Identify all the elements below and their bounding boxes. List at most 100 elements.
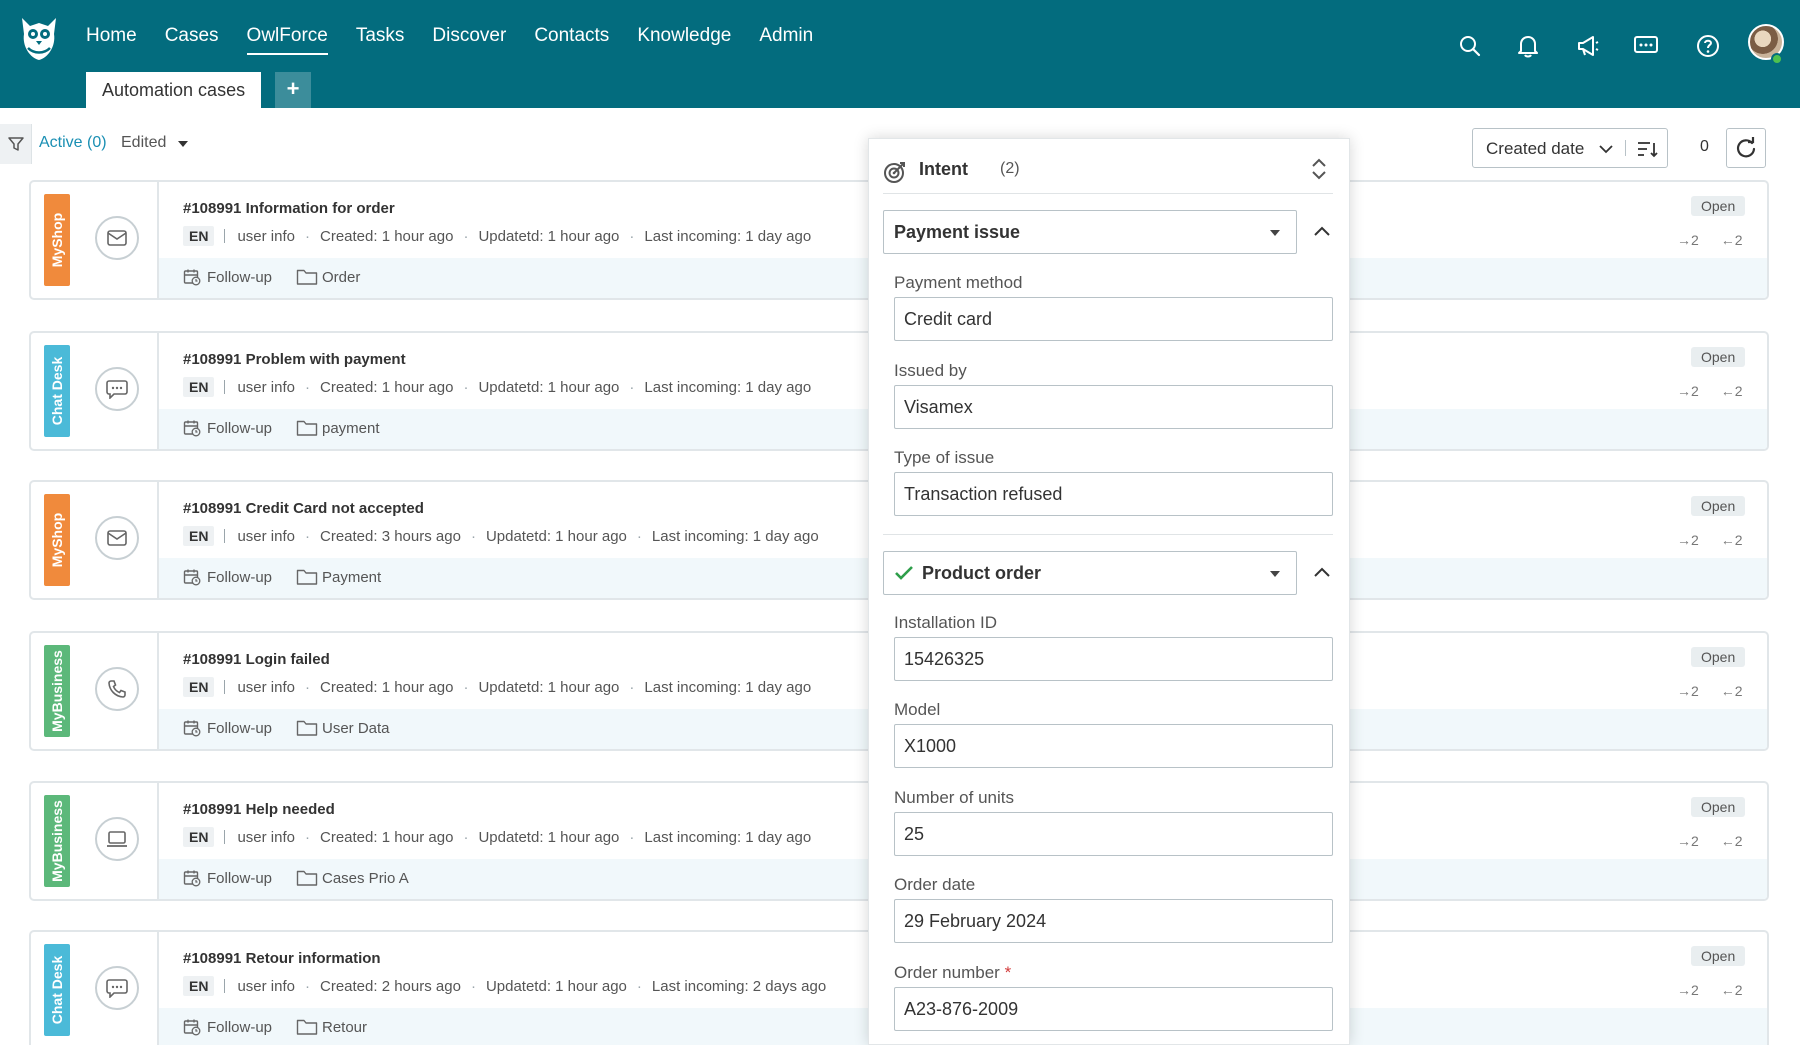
message-counts: →2 ←2 (1677, 532, 1742, 548)
case-title[interactable]: #108991 Retour information (183, 950, 381, 967)
online-status-dot (1771, 53, 1783, 65)
sort-dropdown[interactable]: Created date (1472, 128, 1668, 168)
incoming-arrow-icon: ← (1720, 683, 1735, 699)
status-badge: Open (1691, 347, 1746, 367)
brand-label: MyBusiness (49, 800, 66, 882)
sort-order-icon[interactable] (1636, 139, 1658, 159)
help-icon[interactable] (1692, 30, 1724, 62)
folder[interactable]: Order (296, 268, 360, 286)
chat-icon (95, 367, 139, 411)
separator-dot: · (463, 828, 469, 846)
issued-by-field[interactable]: Visamex (894, 385, 1333, 429)
payment-method-field[interactable]: Credit card (894, 297, 1333, 341)
user-info[interactable]: user info (237, 228, 295, 245)
nav-cases[interactable]: Cases (165, 20, 219, 54)
nav-tasks[interactable]: Tasks (356, 20, 405, 54)
intent-select-payment-issue[interactable]: Payment issue (883, 210, 1297, 254)
follow-up[interactable]: Follow-up (183, 869, 272, 887)
folder-label: Payment (322, 568, 382, 586)
calendar-clock-icon (183, 720, 201, 737)
separator-dot: · (305, 678, 310, 696)
field-label: Installation ID (894, 613, 997, 632)
follow-up[interactable]: Follow-up (183, 1018, 272, 1036)
number-of-units-field[interactable]: 25 (894, 812, 1333, 856)
nav-knowledge[interactable]: Knowledge (637, 20, 731, 54)
user-info[interactable]: user info (237, 679, 295, 696)
case-title[interactable]: #108991 Problem with payment (183, 351, 406, 368)
brand-label: Chat Desk (49, 356, 65, 426)
divider (224, 830, 226, 844)
divider (224, 979, 226, 993)
language-badge: EN (183, 377, 215, 397)
folder[interactable]: Retour (296, 1018, 367, 1036)
follow-up[interactable]: Follow-up (183, 568, 272, 586)
outgoing-count: 2 (1691, 532, 1699, 548)
model-field[interactable]: X1000 (894, 724, 1333, 768)
active-filter[interactable]: Active (0) (39, 134, 107, 152)
brand-label: MyShop (49, 512, 66, 568)
installation-id-field[interactable]: 15426325 (894, 637, 1333, 681)
case-title[interactable]: #108991 Help needed (183, 801, 335, 818)
follow-up[interactable]: Follow-up (183, 719, 272, 737)
calendar-clock-icon (183, 569, 201, 586)
folder[interactable]: Payment (296, 568, 381, 586)
message-counts: →2 ←2 (1677, 833, 1742, 849)
case-title[interactable]: #108991 Information for order (183, 200, 395, 217)
intent-panel: Intent (2) Payment issue Payment method … (868, 138, 1350, 1045)
follow-up[interactable]: Follow-up (183, 419, 272, 437)
top-navigation-bar: Home Cases OwlForce Tasks Discover Conta… (0, 0, 1800, 108)
case-title[interactable]: #108991 Login failed (183, 651, 330, 668)
caret-down-icon[interactable] (178, 141, 188, 147)
chevron-down-icon (1599, 145, 1613, 154)
folder[interactable]: payment (296, 419, 380, 437)
type-of-issue-field[interactable]: Transaction refused (894, 472, 1333, 516)
separator-dot: · (305, 527, 310, 545)
tab-automation-cases[interactable]: Automation cases (86, 72, 262, 108)
caret-down-icon (1270, 230, 1280, 236)
owl-logo-icon[interactable] (18, 14, 60, 62)
intent-name: Payment issue (894, 222, 1021, 242)
case-meta: EN user info · Created: 1 hour ago · Upd… (183, 377, 811, 397)
intent-select-product-order[interactable]: Product order (883, 551, 1297, 595)
user-info[interactable]: user info (237, 829, 295, 846)
language-badge: EN (183, 226, 215, 246)
message-counts: →2 ←2 (1677, 383, 1742, 399)
order-date-field[interactable]: 29 February 2024 (894, 899, 1333, 943)
message-counts: →2 ←2 (1677, 232, 1742, 248)
chat-icon[interactable] (1630, 30, 1662, 62)
separator-dot: · (636, 527, 642, 545)
nav-home[interactable]: Home (86, 20, 137, 54)
filter-icon[interactable] (0, 124, 32, 164)
user-info[interactable]: user info (237, 379, 295, 396)
expand-collapse-icon[interactable] (1309, 157, 1329, 181)
status-badge: Open (1691, 496, 1746, 516)
megaphone-icon[interactable] (1572, 30, 1604, 62)
chevron-up-icon[interactable] (1310, 561, 1334, 585)
user-info[interactable]: user info (237, 978, 295, 995)
outgoing-arrow-icon: → (1677, 383, 1691, 399)
separator-dot: · (636, 977, 642, 995)
case-title[interactable]: #108991 Credit Card not accepted (183, 500, 424, 517)
brand-tag: MyBusiness (44, 795, 70, 887)
add-tab-button[interactable]: + (275, 72, 312, 108)
nav-owlforce[interactable]: OwlForce (246, 20, 329, 55)
status-badge: Open (1691, 797, 1746, 817)
calendar-clock-icon (183, 420, 201, 437)
bell-icon[interactable] (1512, 30, 1544, 62)
nav-discover[interactable]: Discover (432, 20, 506, 54)
refresh-button[interactable] (1726, 128, 1766, 168)
edited-filter[interactable]: Edited (121, 134, 166, 152)
chevron-up-icon[interactable] (1310, 220, 1334, 244)
folder[interactable]: Cases Prio A (296, 869, 409, 887)
search-icon[interactable] (1454, 30, 1486, 62)
nav-admin[interactable]: Admin (759, 20, 813, 54)
target-icon (884, 162, 905, 183)
follow-up[interactable]: Follow-up (183, 268, 272, 286)
nav-contacts[interactable]: Contacts (534, 20, 609, 54)
folder[interactable]: User Data (296, 719, 390, 737)
calendar-clock-icon (183, 870, 201, 887)
order-number-field[interactable]: A23-876-2009 (894, 987, 1333, 1031)
user-info[interactable]: user info (237, 528, 295, 545)
field-label: Type of issue (894, 448, 995, 467)
created-time: Created: 3 hours ago (320, 527, 461, 545)
